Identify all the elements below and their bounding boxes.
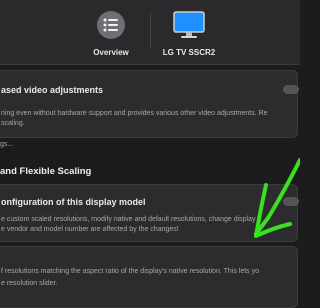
tab-display-label: LG TV SSCR2 bbox=[162, 48, 216, 57]
display-config-title: onfiguration of this display model bbox=[1, 197, 146, 207]
settings-content: ased video adjustments ning even without… bbox=[0, 64, 300, 308]
section-heading: and Flexible Scaling bbox=[0, 166, 92, 177]
video-adjustments-toggle[interactable] bbox=[283, 85, 299, 94]
video-adjustments-card: ased video adjustments ning even without… bbox=[0, 70, 299, 138]
toolbar: Overview LG TV SSCR2 bbox=[0, 0, 300, 65]
resolution-desc-1: f resolutions matching the aspect ratio … bbox=[1, 268, 260, 275]
list-icon bbox=[97, 11, 125, 39]
display-config-toggle[interactable] bbox=[283, 197, 299, 206]
monitor-icon bbox=[173, 11, 205, 38]
settings-link[interactable]: gs... bbox=[0, 141, 13, 148]
video-adjustments-desc-2: scaling. bbox=[1, 120, 25, 127]
tab-overview[interactable]: Overview bbox=[66, 10, 156, 57]
video-adjustments-title: ased video adjustments bbox=[1, 85, 104, 95]
resolution-desc-2: e resolution slider. bbox=[1, 280, 58, 287]
tab-display[interactable]: LG TV SSCR2 bbox=[144, 10, 234, 57]
resolution-card: f resolutions matching the aspect ratio … bbox=[0, 246, 298, 308]
video-adjustments-desc-1: ning even without hardware support and p… bbox=[1, 110, 268, 117]
display-config-desc-1: e custom scaled resolutions, modify nati… bbox=[1, 216, 262, 223]
display-config-card: onfiguration of this display model e cus… bbox=[0, 184, 299, 242]
display-config-desc-2: e vendor and model number are affected b… bbox=[1, 226, 179, 233]
tab-overview-label: Overview bbox=[93, 48, 129, 57]
